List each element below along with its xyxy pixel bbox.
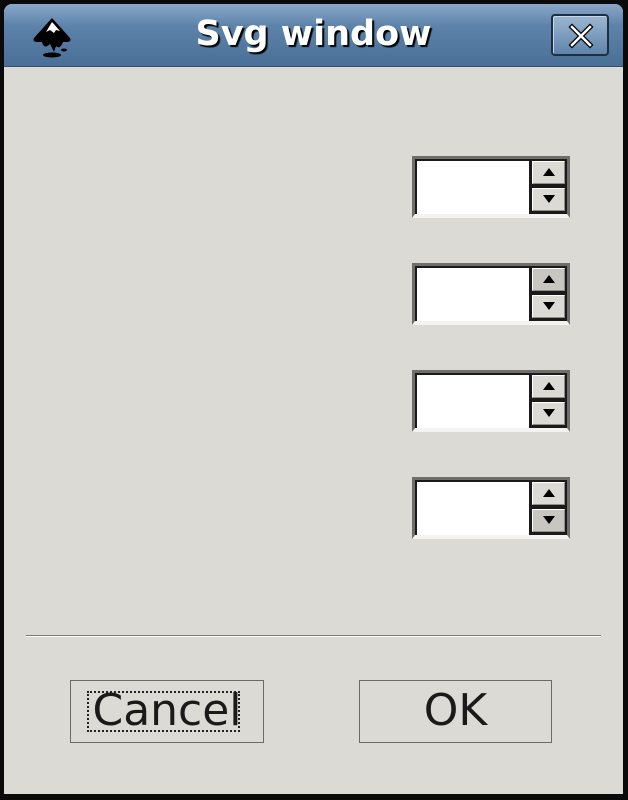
spin-down-button[interactable] — [532, 295, 565, 318]
spin-buttons — [529, 370, 570, 432]
spin-field-input[interactable] — [412, 477, 532, 539]
ok-label: OK — [423, 685, 488, 736]
spin-field-input[interactable] — [412, 263, 532, 325]
svg-dialog-window: Svg window Cancel OK — [4, 4, 623, 794]
spin-field-input[interactable] — [412, 370, 532, 432]
window-title: Svg window — [195, 14, 432, 54]
spin-field-4 — [412, 477, 570, 539]
cancel-button[interactable]: Cancel — [70, 680, 264, 743]
spin-up-button[interactable] — [532, 482, 565, 505]
spin-field-input[interactable] — [412, 156, 532, 218]
spin-buttons — [529, 263, 570, 325]
title-bar[interactable]: Svg window — [4, 4, 623, 67]
close-button[interactable] — [551, 14, 609, 56]
spin-down-button[interactable] — [532, 402, 565, 425]
spin-buttons — [529, 477, 570, 539]
cancel-label: Cancel — [92, 685, 242, 736]
spin-down-button[interactable] — [532, 509, 565, 532]
spin-up-button[interactable] — [532, 161, 565, 184]
spin-buttons — [529, 156, 570, 218]
ok-button[interactable]: OK — [359, 680, 552, 743]
spin-field-3 — [412, 370, 570, 432]
separator — [26, 635, 601, 637]
spin-field-2 — [412, 263, 570, 325]
spin-field-1 — [412, 156, 570, 218]
spin-up-button[interactable] — [532, 375, 565, 398]
spin-up-button[interactable] — [532, 268, 565, 291]
spin-down-button[interactable] — [532, 188, 565, 211]
